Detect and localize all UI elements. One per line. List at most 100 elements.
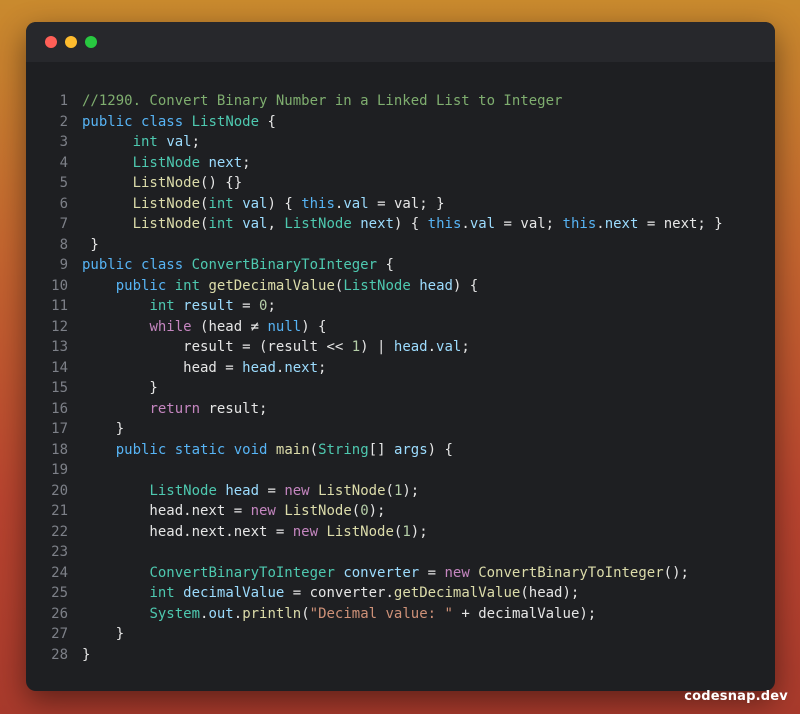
code-line: 20 ListNode head = new ListNode(1);: [26, 481, 775, 502]
code-token: {: [377, 257, 394, 273]
code-token: head: [419, 277, 453, 294]
line-number: 16: [51, 400, 68, 417]
code-token: (head: [191, 318, 251, 335]
code-token: null: [267, 318, 302, 335]
line-number: 23: [51, 544, 68, 560]
line-source: public static void main(String[] args) {: [68, 440, 453, 461]
line-source: }: [68, 235, 98, 256]
code-token: {: [259, 113, 276, 130]
code-line: 7 ListNode(int val, ListNode next) { thi…: [26, 214, 775, 235]
code-line: 25 int decimalValue = converter.getDecim…: [26, 583, 775, 604]
code-line: 6 ListNode(int val) { this.val = val; }: [26, 194, 775, 215]
line-number: 18: [51, 441, 68, 458]
code-token: head.next.next =: [82, 523, 293, 540]
code-token: 1: [351, 339, 361, 355]
code-token: new: [250, 503, 276, 519]
code-token: while: [149, 318, 192, 335]
maximize-window-icon[interactable]: [85, 36, 97, 48]
code-token: ;: [318, 359, 327, 376]
code-token: "Decimal value: ": [309, 605, 453, 622]
code-token: int: [132, 134, 158, 150]
line-source: head.next = new ListNode(0);: [68, 501, 385, 522]
code-token: ) {: [393, 216, 428, 232]
code-token: head: [242, 359, 276, 376]
code-line: 4 ListNode next;: [26, 153, 775, 174]
line-number: 26: [51, 605, 68, 622]
code-token: decimalValue: [183, 585, 285, 601]
code-token: main: [275, 441, 310, 458]
code-token: <<: [326, 339, 344, 355]
line-number: 15: [51, 380, 68, 396]
code-token: public: [115, 277, 167, 294]
code-token: new: [292, 523, 319, 540]
code-line: 21 head.next = new ListNode(0);: [26, 501, 775, 522]
code-token: head.next =: [82, 503, 251, 519]
code-token: ;: [191, 134, 201, 150]
code-token: result = (result: [82, 339, 327, 355]
code-token: ;: [461, 339, 470, 355]
code-token: () {}: [200, 175, 243, 191]
line-source: int decimalValue = converter.getDecimalV…: [68, 583, 579, 604]
code-token: int: [208, 195, 234, 212]
minimize-window-icon[interactable]: [65, 36, 77, 48]
line-source: ListNode head = new ListNode(1);: [68, 481, 419, 502]
line-source: System.out.println("Decimal value: " + d…: [68, 604, 596, 625]
code-line: 14 head = head.next;: [26, 358, 775, 379]
code-token: val: [242, 195, 268, 212]
code-token: ListNode: [318, 482, 386, 499]
line-source: }: [68, 645, 90, 666]
code-token: int: [149, 585, 175, 601]
line-source: }: [68, 378, 158, 399]
line-source: ListNode(int val) { this.val = val; }: [68, 194, 445, 215]
line-number: 17: [51, 421, 68, 437]
code-token: ListNode: [326, 523, 394, 540]
code-token: static: [174, 441, 226, 458]
close-window-icon[interactable]: [45, 36, 57, 48]
code-line: 11 int result = 0;: [26, 296, 775, 317]
code-token: = val;: [495, 216, 563, 232]
code-token: .: [596, 216, 605, 232]
code-token: ) {: [452, 277, 479, 294]
brand-watermark: codesnap.dev: [684, 689, 788, 704]
code-token: ListNode: [132, 154, 201, 171]
code-token: ConvertBinaryToInteger: [149, 564, 335, 581]
code-line: 3 int val;: [26, 132, 775, 153]
line-source: int result = 0;: [68, 296, 276, 317]
code-token: ,: [267, 216, 285, 232]
code-token: =: [259, 482, 285, 499]
code-token: ListNode: [191, 113, 260, 130]
code-token: void: [233, 441, 268, 458]
code-token: }: [82, 380, 158, 396]
code-token: =: [233, 298, 260, 314]
code-token: head: [393, 339, 428, 355]
code-token: ;: [267, 298, 276, 314]
line-source: while (head ≠ null) {: [68, 317, 326, 338]
code-line: 15 }: [26, 378, 775, 399]
line-number: 28: [51, 646, 68, 663]
line-source: result = (result << 1) | head.val;: [68, 337, 470, 358]
code-window: 1 //1290. Convert Binary Number in a Link…: [26, 22, 775, 691]
code-line: 5 ListNode() {}: [26, 173, 775, 194]
code-token: class: [141, 113, 184, 130]
code-token: this: [301, 195, 335, 212]
line-source: ListNode next;: [68, 153, 251, 174]
code-token: converter: [343, 564, 420, 581]
code-token: }: [82, 421, 125, 437]
code-token: class: [141, 257, 184, 273]
